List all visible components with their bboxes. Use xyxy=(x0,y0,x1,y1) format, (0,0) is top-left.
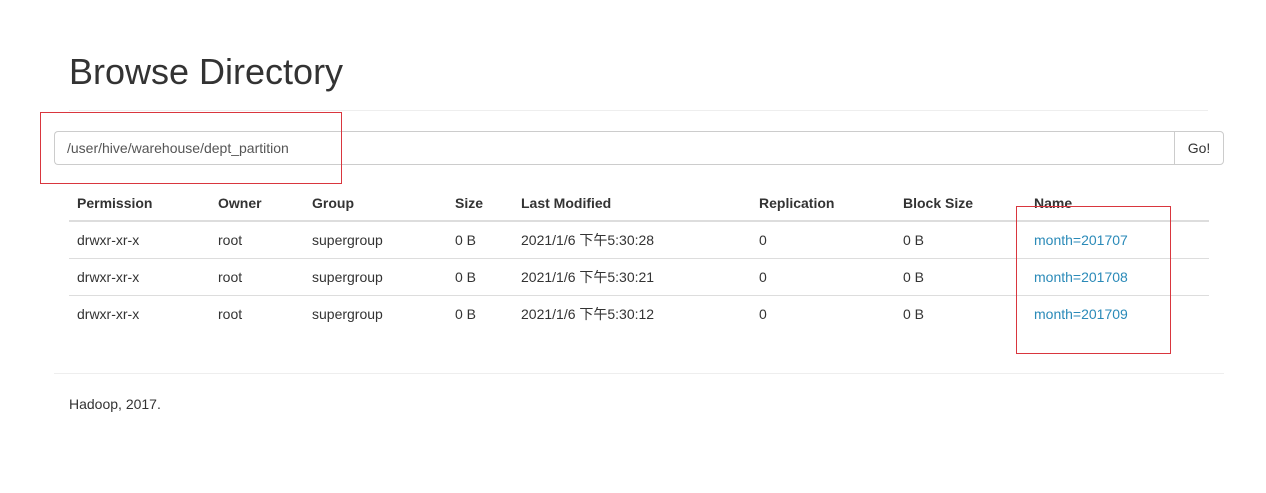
table-row: drwxr-xr-x root supergroup 0 B 2021/1/6 … xyxy=(69,258,1209,296)
cell-block-size: 0 B xyxy=(895,258,1026,296)
cell-name: month=201707 xyxy=(1026,221,1209,259)
directory-listing-table: Permission Owner Group Size Last Modifie… xyxy=(69,185,1209,332)
cell-group: supergroup xyxy=(312,305,383,322)
cell-last-modified: 2021/1/6 下午5:30:21 xyxy=(513,258,751,296)
cell-replication: 0 xyxy=(751,258,895,296)
go-button[interactable]: Go! xyxy=(1174,131,1224,165)
cell-name: month=201709 xyxy=(1026,295,1209,332)
cell-block-size: 0 B xyxy=(903,305,925,322)
column-header-name[interactable]: Name xyxy=(1026,185,1209,222)
title-divider xyxy=(69,110,1208,111)
cell-block-size: 0 B xyxy=(895,221,1026,259)
cell-group: supergroup xyxy=(304,221,447,259)
table-header-row: Permission Owner Group Size Last Modifie… xyxy=(69,185,1209,222)
cell-permission: drwxr-xr-x xyxy=(69,258,210,296)
cell-permission: drwxr-xr-x xyxy=(77,305,140,322)
path-input-group: Go! xyxy=(54,131,1224,165)
cell-replication: 0 xyxy=(759,305,767,322)
cell-size: 0 B xyxy=(455,305,477,322)
column-header-last-modified[interactable]: Last Modified xyxy=(513,185,751,222)
column-header-block-size[interactable]: Block Size xyxy=(895,185,1026,222)
cell-owner: root xyxy=(210,221,304,259)
cell-size: 0 B xyxy=(447,258,513,296)
cell-group: supergroup xyxy=(304,258,447,296)
page-title: Browse Directory xyxy=(69,51,344,92)
browse-directory-page: Browse Directory Go! Permission Owner Gr… xyxy=(0,0,1266,493)
cell-last-modified: 2021/1/6 下午5:30:12 xyxy=(521,305,655,322)
cell-owner: root xyxy=(210,258,304,296)
directory-link[interactable]: month=201709 xyxy=(1034,306,1128,322)
cell-name: month=201708 xyxy=(1026,258,1209,296)
footer-divider xyxy=(54,373,1224,374)
directory-path-input[interactable] xyxy=(54,131,1174,165)
footer-text: Hadoop, 2017. xyxy=(69,396,161,412)
column-header-size[interactable]: Size xyxy=(447,185,513,222)
directory-link[interactable]: month=201707 xyxy=(1034,232,1128,248)
cell-owner: root xyxy=(218,305,243,322)
cell-size: 0 B xyxy=(447,221,513,259)
column-header-owner[interactable]: Owner xyxy=(210,185,304,222)
table-row: drwxr-xr-x root supergroup 0 B 2021/1/6 … xyxy=(69,221,1209,259)
table-row: drwxr-xr-x root supergroup 0 B 2021/1/6 … xyxy=(69,295,1209,332)
cell-permission: drwxr-xr-x xyxy=(69,221,210,259)
column-header-group[interactable]: Group xyxy=(304,185,447,222)
column-header-permission[interactable]: Permission xyxy=(69,185,210,222)
cell-replication: 0 xyxy=(751,221,895,259)
column-header-replication[interactable]: Replication xyxy=(751,185,895,222)
directory-link[interactable]: month=201708 xyxy=(1034,269,1128,285)
cell-last-modified: 2021/1/6 下午5:30:28 xyxy=(513,221,751,259)
